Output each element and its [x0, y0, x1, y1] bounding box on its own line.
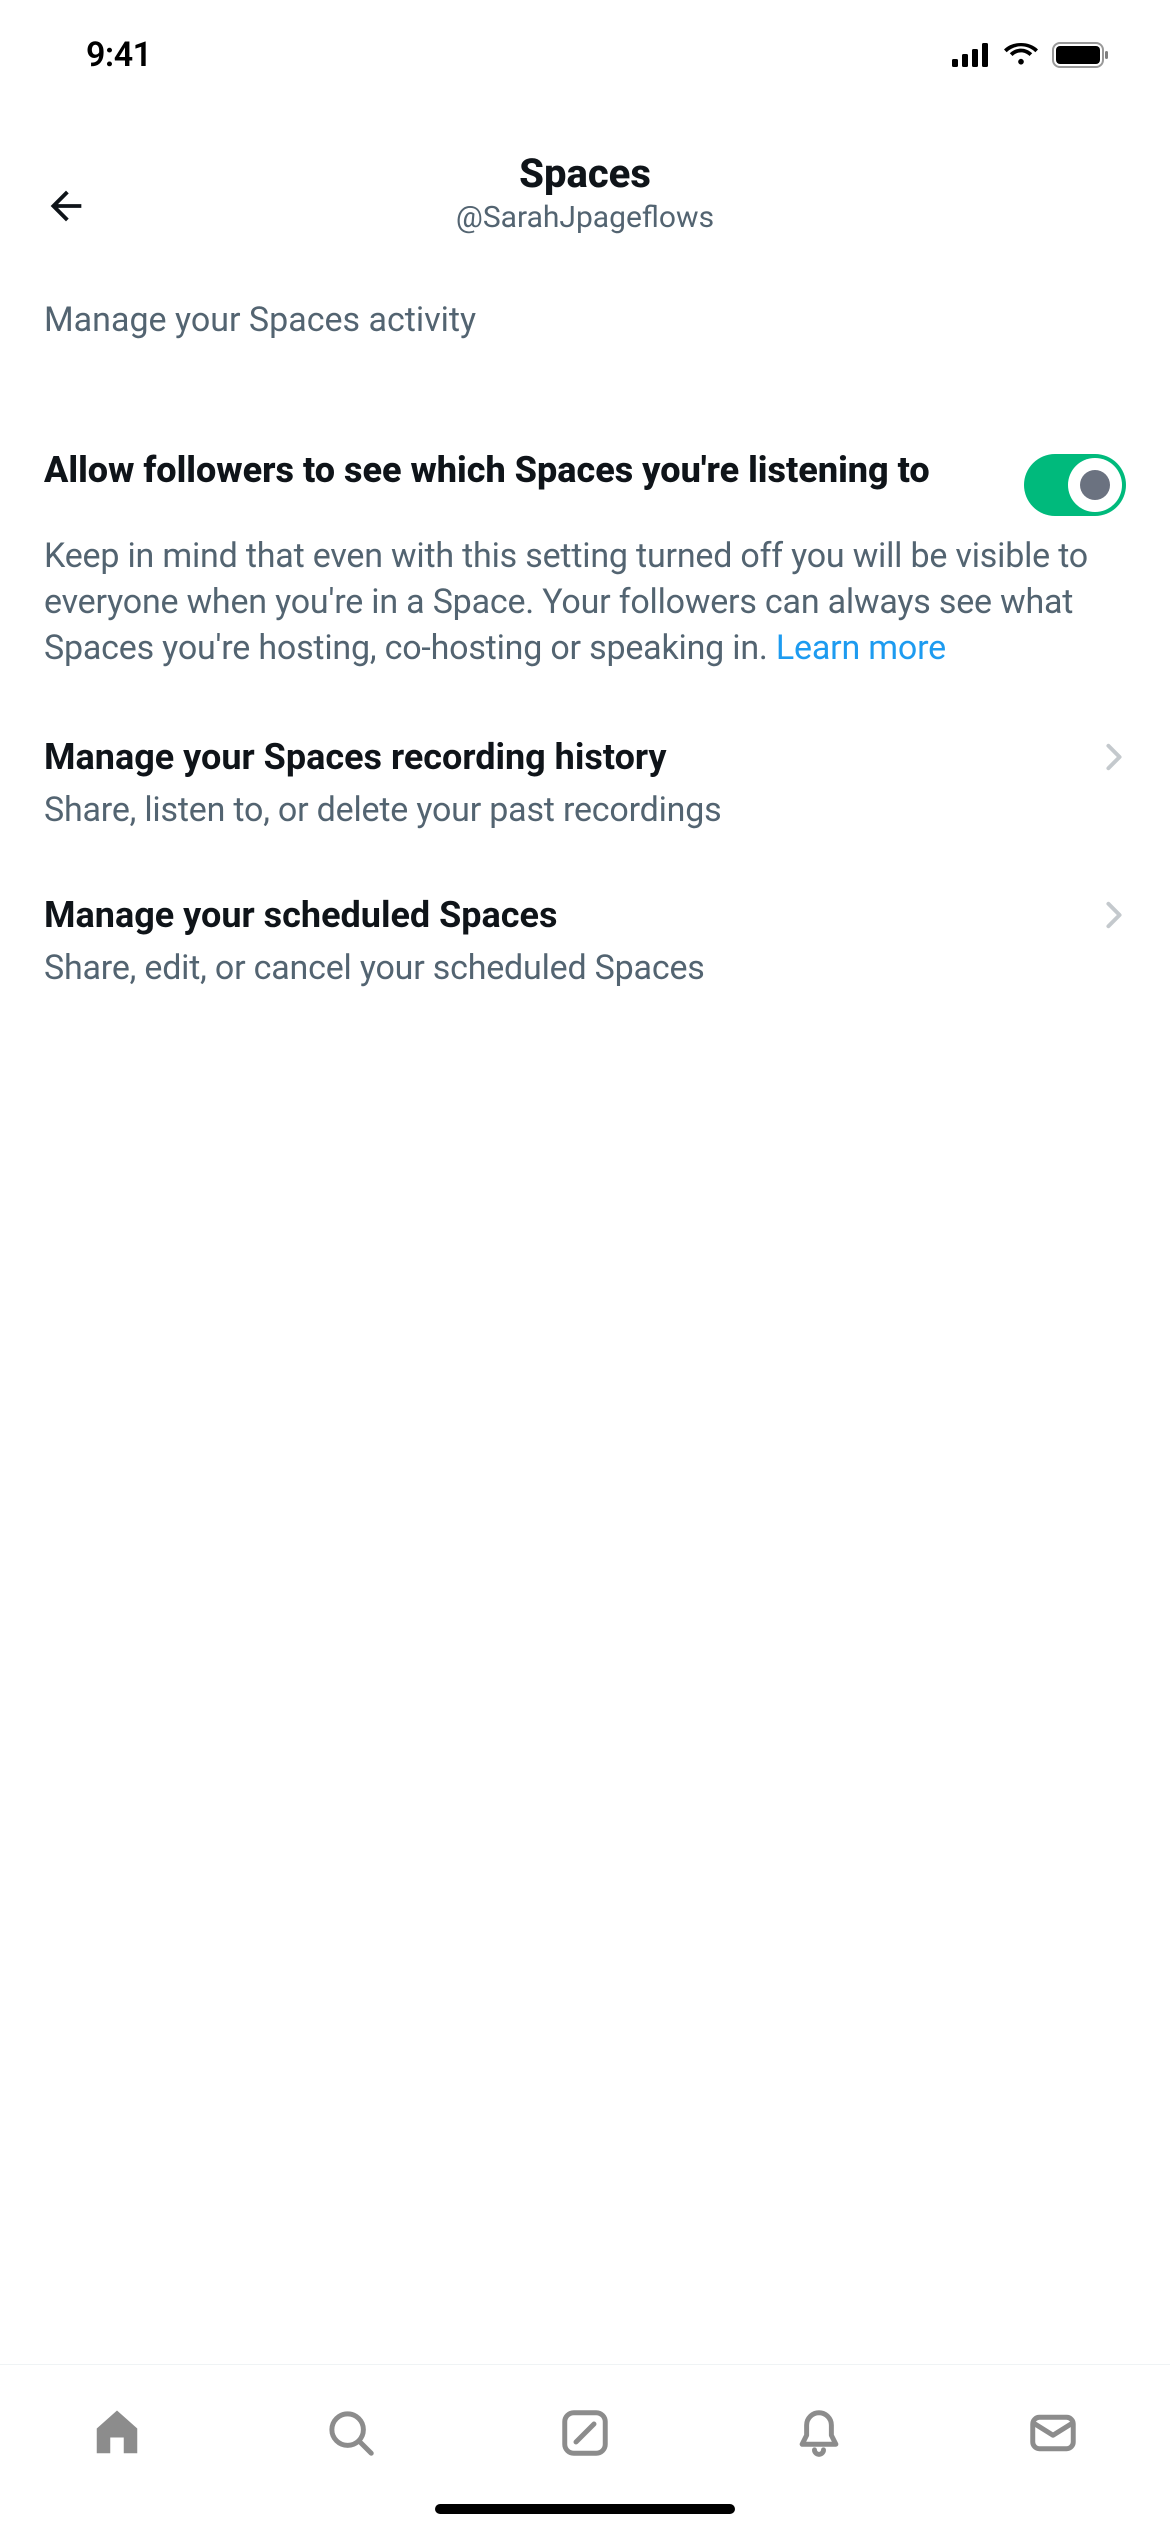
link-scheduled-spaces[interactable]: Manage your scheduled Spaces Share, edit…: [44, 830, 1126, 988]
arrow-left-icon: [43, 183, 89, 229]
envelope-icon: [1026, 2406, 1080, 2460]
status-bar: 9:41: [0, 0, 1170, 110]
chevron-right-icon: [1102, 743, 1126, 771]
nav-header: Spaces @SarahJpageflows: [0, 110, 1170, 270]
tab-home[interactable]: [85, 2401, 149, 2465]
link-scheduled-spaces-title: Manage your scheduled Spaces: [44, 894, 558, 936]
link-recording-history-description: Share, listen to, or delete your past re…: [44, 790, 1126, 830]
back-button[interactable]: [36, 176, 96, 236]
setting-allow-followers: Allow followers to see which Spaces you'…: [44, 342, 1126, 672]
page-title: Spaces: [40, 150, 1130, 198]
home-icon: [90, 2406, 144, 2460]
battery-icon: [1052, 42, 1110, 68]
status-icons: [952, 42, 1110, 68]
home-indicator[interactable]: [435, 2504, 735, 2514]
link-recording-history[interactable]: Manage your Spaces recording history Sha…: [44, 672, 1126, 830]
search-icon: [324, 2406, 378, 2460]
learn-more-link[interactable]: Learn more: [776, 628, 946, 668]
toggle-allow-followers[interactable]: [1024, 454, 1126, 516]
tab-compose[interactable]: [553, 2401, 617, 2465]
link-recording-history-title: Manage your Spaces recording history: [44, 736, 667, 778]
tab-search[interactable]: [319, 2401, 383, 2465]
setting-allow-followers-description: Keep in mind that even with this setting…: [44, 534, 1126, 672]
tab-messages[interactable]: [1021, 2401, 1085, 2465]
setting-allow-followers-title: Allow followers to see which Spaces you'…: [44, 448, 994, 493]
tab-notifications[interactable]: [787, 2401, 851, 2465]
bell-icon: [792, 2406, 846, 2460]
status-time: 9:41: [86, 35, 152, 75]
section-intro: Manage your Spaces activity: [0, 270, 1170, 342]
page-subtitle: @SarahJpageflows: [40, 200, 1130, 235]
toggle-knob: [1068, 458, 1122, 512]
cellular-icon: [952, 43, 990, 67]
wifi-icon: [1004, 43, 1038, 67]
compose-icon: [558, 2406, 612, 2460]
chevron-right-icon: [1102, 901, 1126, 929]
nav-title-block: Spaces @SarahJpageflows: [40, 150, 1130, 235]
link-scheduled-spaces-description: Share, edit, or cancel your scheduled Sp…: [44, 948, 1126, 988]
